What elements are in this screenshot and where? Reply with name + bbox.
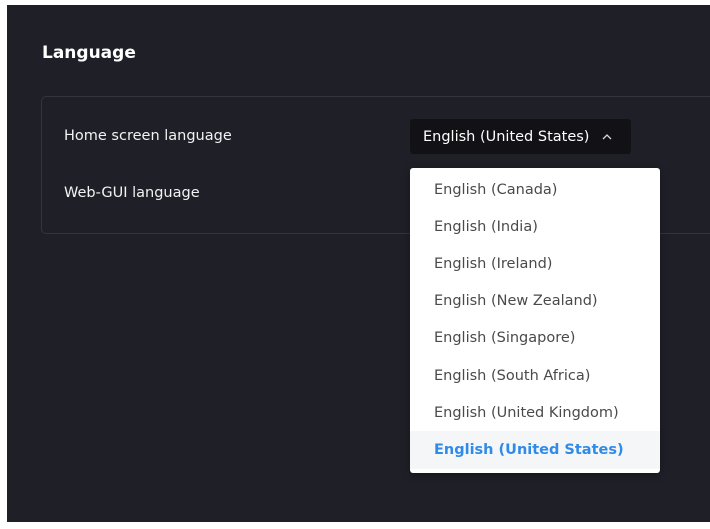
- language-dropdown: English (Canada) English (India) English…: [410, 168, 660, 473]
- home-screen-language-value: English (United States): [423, 128, 590, 145]
- dropdown-option-english-india[interactable]: English (India): [410, 208, 660, 245]
- section-title: Language: [42, 43, 136, 63]
- settings-panel: Language Home screen language Web-GUI la…: [7, 5, 710, 522]
- web-gui-language-label: Web-GUI language: [64, 185, 200, 201]
- dropdown-option-english-singapore[interactable]: English (Singapore): [410, 320, 660, 357]
- home-screen-language-label: Home screen language: [64, 128, 232, 144]
- dropdown-option-english-new-zealand[interactable]: English (New Zealand): [410, 283, 660, 320]
- home-screen-language-select[interactable]: English (United States): [410, 119, 631, 154]
- dropdown-option-english-canada[interactable]: English (Canada): [410, 171, 660, 208]
- dropdown-option-english-united-kingdom[interactable]: English (United Kingdom): [410, 394, 660, 431]
- dropdown-option-english-united-states[interactable]: English (United States): [410, 431, 660, 469]
- chevron-up-icon: [601, 131, 613, 143]
- dropdown-option-english-ireland[interactable]: English (Ireland): [410, 245, 660, 282]
- dropdown-option-english-south-africa[interactable]: English (South Africa): [410, 357, 660, 394]
